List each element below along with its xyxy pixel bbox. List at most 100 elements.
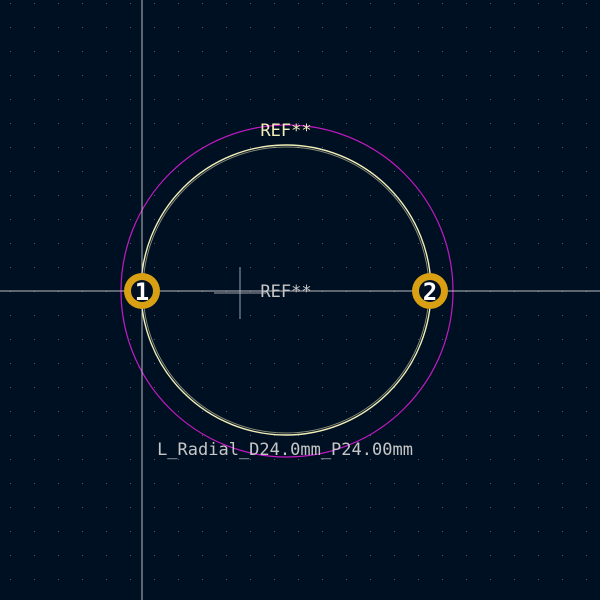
grid-dot <box>490 171 491 172</box>
grid-dot <box>106 195 107 196</box>
grid-dot <box>202 51 203 52</box>
grid-dot <box>82 267 83 268</box>
grid-dot <box>10 339 11 340</box>
grid-dot <box>346 435 347 436</box>
grid-dot <box>130 579 131 580</box>
grid-dot <box>322 195 323 196</box>
grid-dot <box>130 555 131 556</box>
grid-dot <box>562 99 563 100</box>
grid-dot <box>586 219 587 220</box>
grid-dot <box>298 171 299 172</box>
grid-dot <box>106 27 107 28</box>
grid-dot <box>322 171 323 172</box>
grid-dot <box>82 219 83 220</box>
footprint-canvas[interactable]: 1 2 REF** REF** L_Radial_D24.0mm_P24.00m… <box>0 0 600 600</box>
grid-dot <box>490 219 491 220</box>
grid-dot <box>82 315 83 316</box>
grid-dot <box>298 363 299 364</box>
grid-dot <box>298 99 299 100</box>
grid-dot <box>82 555 83 556</box>
grid-dot <box>514 51 515 52</box>
grid-dot <box>202 339 203 340</box>
grid-dot <box>418 555 419 556</box>
grid-dot <box>562 411 563 412</box>
grid-dot <box>346 507 347 508</box>
grid-dot <box>298 555 299 556</box>
grid-dot <box>226 411 227 412</box>
grid-dot <box>466 27 467 28</box>
grid-dot <box>490 507 491 508</box>
grid-dot <box>10 315 11 316</box>
grid-dot <box>106 3 107 4</box>
grid-dot <box>298 387 299 388</box>
grid-dot <box>514 243 515 244</box>
grid-dot <box>418 315 419 316</box>
reference-fab-text[interactable]: REF** <box>260 282 311 302</box>
grid-dot <box>58 267 59 268</box>
grid-dot <box>298 3 299 4</box>
grid-dot <box>370 531 371 532</box>
grid-dot <box>346 243 347 244</box>
grid-dot <box>82 75 83 76</box>
grid-dot <box>514 147 515 148</box>
grid-dot <box>322 579 323 580</box>
grid-dot <box>274 483 275 484</box>
grid-dot <box>250 579 251 580</box>
grid-dot <box>562 531 563 532</box>
grid-dot <box>562 339 563 340</box>
grid-dot <box>490 339 491 340</box>
grid-dot <box>178 171 179 172</box>
grid-dot <box>58 171 59 172</box>
grid-dot <box>58 99 59 100</box>
grid-dot <box>562 363 563 364</box>
grid-dot <box>514 387 515 388</box>
grid-dot <box>514 411 515 412</box>
grid-dot <box>490 51 491 52</box>
grid-dot <box>10 99 11 100</box>
grid-dot <box>34 531 35 532</box>
grid-dot <box>442 27 443 28</box>
grid-dot <box>82 195 83 196</box>
reference-silkscreen-text[interactable]: REF** <box>260 121 311 141</box>
value-text[interactable]: L_Radial_D24.0mm_P24.00mm <box>157 440 413 460</box>
grid-dot <box>466 267 467 268</box>
grid-dot <box>370 27 371 28</box>
grid-dot <box>58 75 59 76</box>
grid-dot <box>346 555 347 556</box>
grid-dot <box>58 363 59 364</box>
grid-dot <box>178 99 179 100</box>
grid-dot <box>274 315 275 316</box>
grid-dot <box>442 555 443 556</box>
grid-dot <box>370 3 371 4</box>
grid-dot <box>178 27 179 28</box>
grid-dot <box>130 243 131 244</box>
grid-dot <box>370 483 371 484</box>
grid-dot <box>514 171 515 172</box>
grid-dot <box>58 531 59 532</box>
grid-dot <box>586 459 587 460</box>
grid-dot <box>586 483 587 484</box>
grid-dot <box>562 123 563 124</box>
grid-dot <box>370 219 371 220</box>
grid-dot <box>202 99 203 100</box>
grid-dot <box>34 555 35 556</box>
grid-dot <box>226 27 227 28</box>
grid-dot <box>274 27 275 28</box>
grid-dot <box>274 243 275 244</box>
grid-dot <box>106 363 107 364</box>
grid-dot <box>58 147 59 148</box>
grid-dot <box>202 243 203 244</box>
grid-dot <box>154 51 155 52</box>
grid-dot <box>346 51 347 52</box>
pad-2[interactable]: 2 <box>412 273 448 309</box>
grid-dot <box>226 243 227 244</box>
grid-dot <box>58 123 59 124</box>
grid-dot <box>346 387 347 388</box>
grid-dot <box>250 123 251 124</box>
grid-dot <box>562 75 563 76</box>
grid-dot <box>418 267 419 268</box>
pad-1[interactable]: 1 <box>124 273 160 309</box>
grid-dot <box>490 123 491 124</box>
grid-dot <box>130 507 131 508</box>
grid-dot <box>538 363 539 364</box>
